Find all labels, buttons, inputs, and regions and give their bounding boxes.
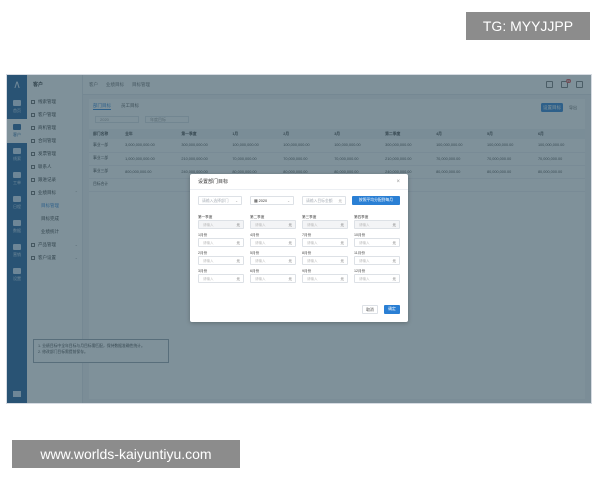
target-cell: 第二季度 请输入元 xyxy=(250,214,296,229)
target-cell-input[interactable]: 请输入 元 xyxy=(198,238,244,247)
ok-button[interactable]: 确定 xyxy=(384,305,400,314)
unit-label: 元 xyxy=(392,241,397,245)
unit-label: 元 xyxy=(288,223,293,227)
dept-select-placeholder: 请输入选择部门 xyxy=(202,199,229,203)
target-cell-placeholder: 请输入 xyxy=(203,241,214,245)
target-cell: 10月份 请输入元 xyxy=(354,232,400,247)
set-target-dialog: 设置部门目标 × 请输入选择部门 ⌄ ▦ 2020 ⌄ 请输入目标金额 元 按照… xyxy=(190,174,408,322)
target-cell-input[interactable]: 请输入 元 xyxy=(250,256,296,265)
target-cell-input[interactable]: 请输入 元 xyxy=(354,238,400,247)
target-cell-input[interactable]: 请输入 元 xyxy=(302,256,348,265)
unit-label: 元 xyxy=(340,259,345,263)
unit-label: 元 xyxy=(236,259,241,263)
target-cell-placeholder: 请输入 xyxy=(255,223,266,227)
target-cell-placeholder: 请输入 xyxy=(359,223,370,227)
unit-label: 元 xyxy=(340,277,345,281)
target-cell-placeholder: 请输入 xyxy=(203,223,214,227)
chevron-down-icon: ⌄ xyxy=(287,199,290,203)
year-select-value: 2020 xyxy=(258,199,268,203)
unit-label: 元 xyxy=(392,277,397,281)
target-cell-input[interactable]: 请输入 元 xyxy=(250,238,296,247)
target-cell-input: 请输入 元 xyxy=(354,220,400,229)
unit-label: 元 xyxy=(340,241,345,245)
unit-label: 元 xyxy=(288,277,293,281)
screenshot-stage: TG: MYYJJPP ∧ 首页客户线索工单日程数据营销设置 客户 线索管理客户… xyxy=(0,0,600,480)
target-cell: 5月份 请输入元 xyxy=(250,250,296,265)
target-cell-placeholder: 请输入 xyxy=(203,259,214,263)
target-cell: 第三季度 请输入元 xyxy=(302,214,348,229)
unit-label: 元 xyxy=(288,259,293,263)
target-cell-placeholder: 请输入 xyxy=(255,277,266,281)
close-icon[interactable]: × xyxy=(396,174,400,190)
dept-select[interactable]: 请输入选择部门 ⌄ xyxy=(198,196,242,205)
distribute-button[interactable]: 按照平均分配到每月 xyxy=(352,196,400,205)
unit-label: 元 xyxy=(236,223,241,227)
target-cell-placeholder: 请输入 xyxy=(307,259,318,263)
unit-label: 元 xyxy=(236,241,241,245)
unit-label: 元 xyxy=(392,223,397,227)
target-cell-input: 请输入 元 xyxy=(250,220,296,229)
target-cell-input: 请输入 元 xyxy=(302,220,348,229)
target-cell-input[interactable]: 请输入 元 xyxy=(354,274,400,283)
target-cell-input[interactable]: 请输入 元 xyxy=(302,238,348,247)
unit-label: 元 xyxy=(392,259,397,263)
target-amount-input[interactable]: 请输入目标金额 元 xyxy=(302,196,346,205)
unit-label: 元 xyxy=(340,223,345,227)
unit-label: 元 xyxy=(236,277,241,281)
target-cell-placeholder: 请输入 xyxy=(359,241,370,245)
target-cell-placeholder: 请输入 xyxy=(307,241,318,245)
target-cell-placeholder: 请输入 xyxy=(307,277,318,281)
target-amount-placeholder: 请输入目标金额 xyxy=(306,199,333,203)
target-cell: 4月份 请输入元 xyxy=(250,232,296,247)
target-cell: 1月份 请输入元 xyxy=(198,232,244,247)
target-cell-placeholder: 请输入 xyxy=(203,277,214,281)
target-cell: 11月份 请输入元 xyxy=(354,250,400,265)
cancel-button[interactable]: 取消 xyxy=(362,305,378,314)
target-cell: 12月份 请输入元 xyxy=(354,268,400,283)
target-cell: 第四季度 请输入元 xyxy=(354,214,400,229)
unit-label: 元 xyxy=(288,241,293,245)
year-select[interactable]: ▦ 2020 ⌄ xyxy=(250,196,294,205)
unit-label: 元 xyxy=(338,199,343,203)
target-cell: 2月份 请输入元 xyxy=(198,250,244,265)
watermark-bottom: www.worlds-kaiyuntiyu.com xyxy=(12,440,240,468)
target-cell-input[interactable]: 请输入 元 xyxy=(302,274,348,283)
target-cell-placeholder: 请输入 xyxy=(307,223,318,227)
target-cell-input[interactable]: 请输入 元 xyxy=(198,256,244,265)
target-cell-input[interactable]: 请输入 元 xyxy=(250,274,296,283)
dialog-title: 设置部门目标 xyxy=(198,179,229,185)
target-cell-input: 请输入 元 xyxy=(198,220,244,229)
target-cell: 7月份 请输入元 xyxy=(302,232,348,247)
target-cell-placeholder: 请输入 xyxy=(359,259,370,263)
target-cell: 6月份 请输入元 xyxy=(250,268,296,283)
target-cell: 8月份 请输入元 xyxy=(302,250,348,265)
target-cell-input[interactable]: 请输入 元 xyxy=(198,274,244,283)
target-cell-placeholder: 请输入 xyxy=(359,277,370,281)
target-cell-placeholder: 请输入 xyxy=(255,259,266,263)
target-cell: 第一季度 请输入元 xyxy=(198,214,244,229)
chevron-down-icon: ⌄ xyxy=(235,199,238,203)
target-cell: 3月份 请输入元 xyxy=(198,268,244,283)
target-cell-input[interactable]: 请输入 元 xyxy=(354,256,400,265)
target-cell-placeholder: 请输入 xyxy=(255,241,266,245)
watermark-top: TG: MYYJJPP xyxy=(466,12,590,40)
target-cell: 9月份 请输入元 xyxy=(302,268,348,283)
